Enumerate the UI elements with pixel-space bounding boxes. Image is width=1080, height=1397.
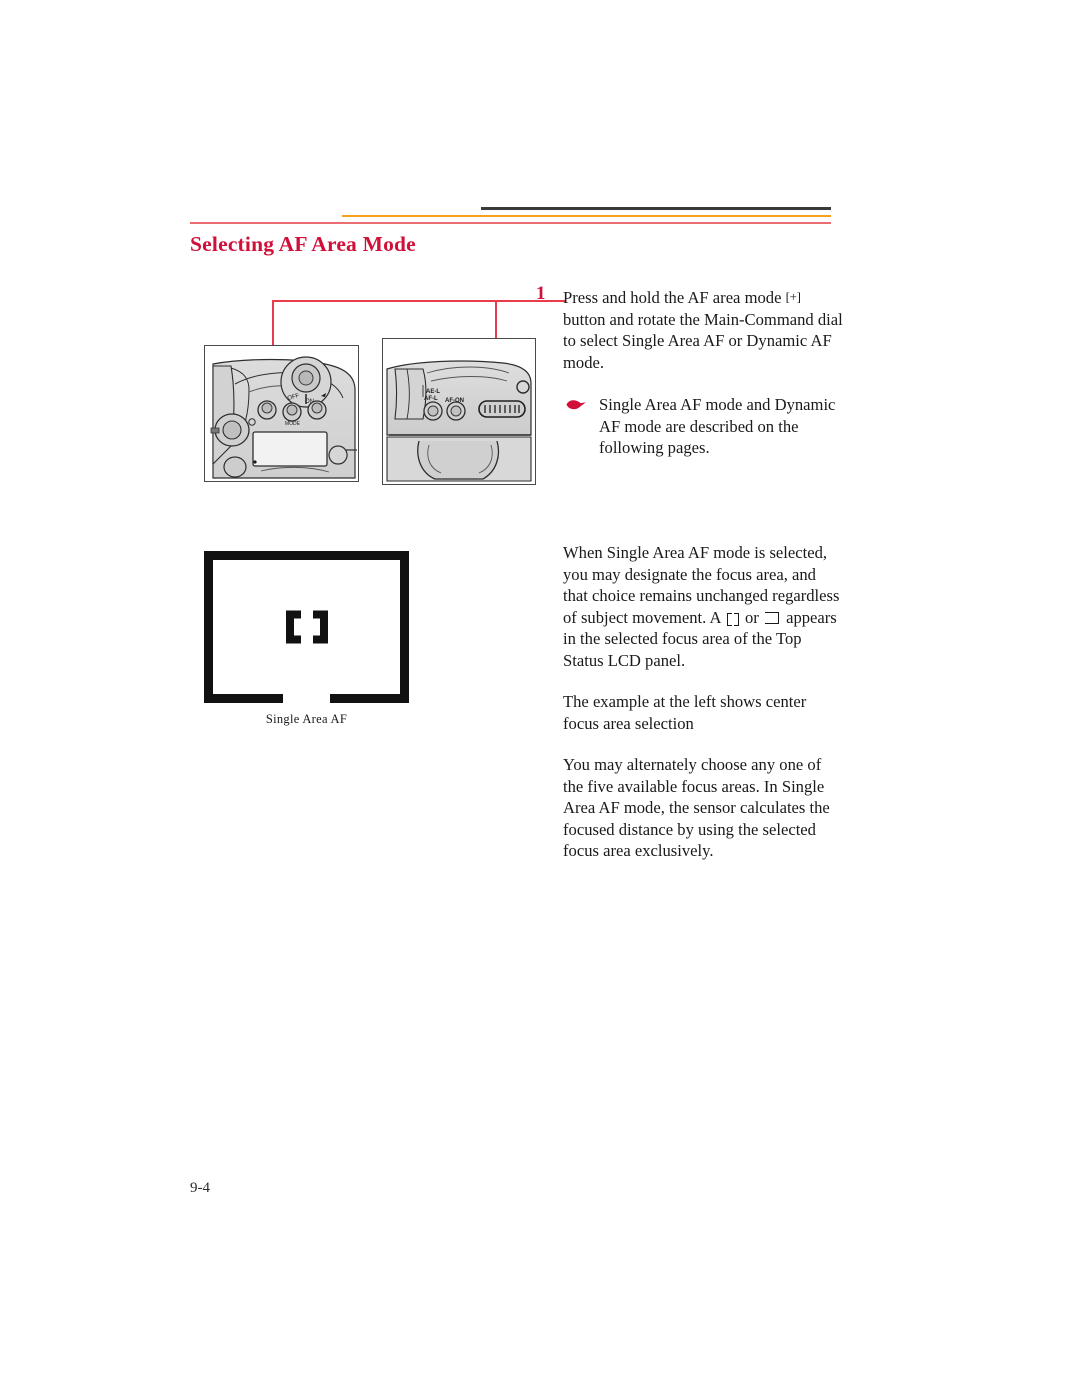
header-rule-orange: [342, 215, 831, 217]
body-text-column: When Single Area AF mode is selected, yo…: [563, 542, 841, 882]
note-block: Single Area AF mode and Dynamic AF mode …: [563, 394, 843, 459]
focus-bracket-left: [285, 610, 301, 644]
document-page: Selecting AF Area Mode OFF ON MODE AE-L …: [0, 0, 1080, 1397]
viewfinder-edge-left: [204, 551, 213, 703]
page-title: Selecting AF Area Mode: [190, 232, 416, 256]
focus-bracket-right: [312, 610, 328, 644]
viewfinder-edge-bottom-right: [330, 694, 409, 703]
viewfinder-diagram: Single Area AF: [204, 551, 409, 727]
body-paragraph-1: When Single Area AF mode is selected, yo…: [563, 542, 841, 671]
step-text-part-1: Press and hold the AF area mode: [563, 288, 782, 307]
af-area-button-glyph: [+]: [785, 289, 801, 304]
step-text-part-2: button and rotate the Main-Command dial …: [563, 309, 843, 372]
step-1: 1 Press and hold the AF area mode [+] bu…: [536, 284, 843, 373]
focus-rect-glyph: [764, 611, 779, 624]
camera-back-view-illustration: AE-L AF-L AF-ON: [382, 338, 536, 485]
viewfinder-frame: [204, 551, 409, 703]
camera-top-view-illustration: OFF ON MODE: [204, 345, 359, 482]
step-text: Press and hold the AF area mode [+] butt…: [563, 286, 843, 373]
svg-text:MODE: MODE: [285, 421, 301, 427]
page-number: 9-4: [190, 1180, 210, 1196]
body-paragraph-3: You may alternately choose any one of th…: [563, 755, 830, 860]
body-paragraph-1-or: or: [744, 607, 759, 627]
body-paragraph-2: The example at the left shows center foc…: [563, 692, 807, 733]
header-rule-dark: [481, 207, 831, 210]
viewfinder-edge-top: [204, 551, 409, 560]
focus-area-bracket: [285, 610, 328, 644]
viewfinder-edge-bottom-left: [204, 694, 283, 703]
instruction-column: 1 Press and hold the AF area mode [+] bu…: [536, 284, 843, 459]
note-text: Single Area AF mode and Dynamic AF mode …: [599, 395, 836, 457]
step-number: 1: [536, 283, 546, 304]
focus-bracket-glyph: [726, 612, 739, 626]
svg-text:AF-L: AF-L: [424, 396, 438, 402]
pointing-hand-icon: [565, 398, 587, 412]
header-rule-red: [190, 222, 831, 224]
viewfinder-edge-right: [400, 551, 409, 703]
svg-text:AE-L: AE-L: [426, 389, 440, 395]
callout-leader-horizontal: [272, 300, 565, 302]
header-rules: [190, 205, 831, 227]
viewfinder-caption: Single Area AF: [265, 712, 348, 726]
